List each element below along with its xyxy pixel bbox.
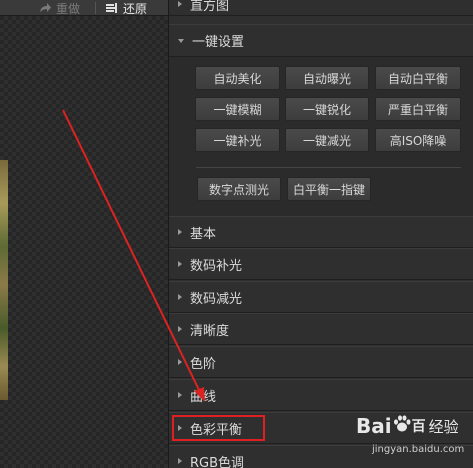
section-curves[interactable]: 曲线 [169, 379, 473, 411]
edit-toolbar: 重做 还原 [0, 0, 168, 16]
section-label: 曲线 [190, 389, 217, 405]
auto-exposure-button[interactable]: 自动曝光 [285, 66, 369, 90]
white-balance-pick-button[interactable]: 白平衡一指键 [287, 177, 371, 201]
redo-icon [38, 2, 52, 14]
strict-white-balance-button[interactable]: 严重白平衡 [375, 97, 461, 121]
one-click-buttons-area: 自动美化 自动曝光 自动白平衡 一键模糊 一键锐化 严重白平衡 一键补光 一键减… [169, 57, 473, 217]
expand-arrow-icon [178, 229, 182, 235]
section-basic[interactable]: 基本 [169, 216, 473, 248]
high-iso-denoise-button[interactable]: 高ISO降噪 [375, 128, 461, 152]
section-label: RGB色调 [190, 455, 245, 468]
section-clarity[interactable]: 清晰度 [169, 313, 473, 345]
redo-button[interactable]: 重做 [38, 0, 80, 16]
adjustment-panel: 直方图 一键设置 自动美化 自动曝光 自动白平衡 一键模糊 一键锐化 严重白平衡… [168, 0, 473, 468]
digital-spot-metering-button[interactable]: 数字点测光 [197, 177, 281, 201]
buttons-divider [196, 167, 461, 168]
photo-canvas[interactable]: 重做 还原 [0, 0, 168, 468]
section-label: 数码减光 [190, 291, 243, 307]
redo-label: 重做 [56, 1, 81, 16]
auto-beautify-button[interactable]: 自动美化 [195, 66, 280, 90]
undo-icon [105, 2, 119, 14]
section-label: 直方图 [190, 0, 230, 14]
expand-arrow-icon [178, 261, 182, 267]
section-digital-fill-light[interactable]: 数码补光 [169, 248, 473, 280]
section-histogram[interactable]: 直方图 [169, 0, 473, 16]
expand-arrow-icon [178, 425, 182, 431]
section-color-balance[interactable]: 色彩平衡 [169, 412, 473, 444]
collapse-arrow-icon [178, 38, 184, 43]
section-label: 基本 [190, 226, 217, 242]
expand-arrow-icon [178, 326, 182, 332]
section-rgb-tone[interactable]: RGB色调 [169, 445, 473, 468]
undo-label: 还原 [123, 1, 148, 16]
expand-arrow-icon [178, 458, 182, 464]
toolbar-divider [95, 2, 96, 14]
expand-arrow-icon [178, 1, 182, 7]
one-click-blur-button[interactable]: 一键模糊 [195, 97, 280, 121]
expand-arrow-icon [178, 294, 182, 300]
section-digital-reduce-light[interactable]: 数码减光 [169, 281, 473, 313]
section-one-click-settings[interactable]: 一键设置 [169, 24, 473, 57]
undo-button[interactable]: 还原 [105, 0, 147, 16]
section-label: 色阶 [190, 356, 217, 372]
section-label: 清晰度 [190, 323, 230, 339]
auto-white-balance-button[interactable]: 自动白平衡 [375, 66, 461, 90]
photo-preview [0, 160, 8, 400]
one-click-fill-light-button[interactable]: 一键补光 [195, 128, 280, 152]
one-click-reduce-light-button[interactable]: 一键减光 [285, 128, 369, 152]
expand-arrow-icon [178, 359, 182, 365]
one-click-sharpen-button[interactable]: 一键锐化 [285, 97, 369, 121]
section-levels[interactable]: 色阶 [169, 346, 473, 378]
expand-arrow-icon [178, 392, 182, 398]
section-label: 数码补光 [190, 258, 243, 274]
section-label: 色彩平衡 [190, 422, 243, 438]
section-label: 一键设置 [192, 35, 245, 50]
